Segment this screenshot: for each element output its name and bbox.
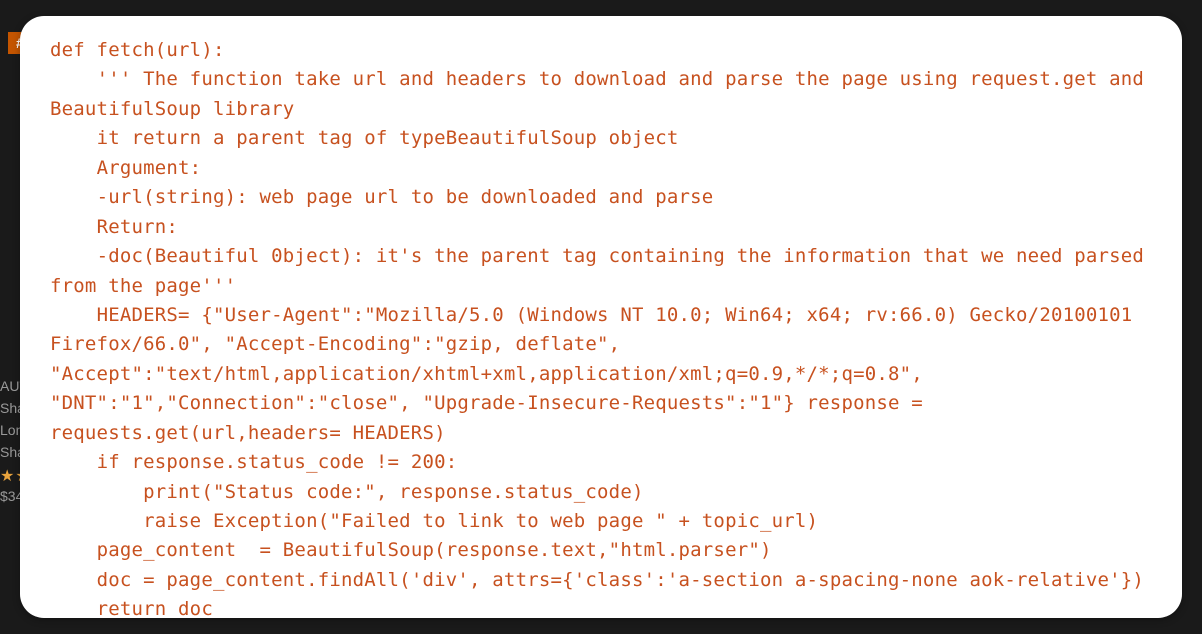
code-line: return doc xyxy=(50,598,213,620)
code-line: def fetch(url): xyxy=(50,39,225,61)
code-line: -url(string): web page url to be downloa… xyxy=(50,186,713,208)
code-line: print("Status code:", response.status_co… xyxy=(50,481,644,503)
code-line: doc = page_content.findAll('div', attrs=… xyxy=(50,569,1144,591)
code-card: def fetch(url): ''' The function take ur… xyxy=(20,16,1182,618)
code-line: if response.status_code != 200: xyxy=(50,451,457,473)
code-line: Argument: xyxy=(50,157,201,179)
code-line: Return: xyxy=(50,216,178,238)
code-line: raise Exception("Failed to link to web p… xyxy=(50,510,818,532)
code-line: HEADERS= {"User-Agent":"Mozilla/5.0 (Win… xyxy=(50,304,1144,444)
code-line: it return a parent tag of typeBeautifulS… xyxy=(50,127,679,149)
code-line: -doc(Beautiful 0bject): it's the parent … xyxy=(50,245,1156,296)
code-block: def fetch(url): ''' The function take ur… xyxy=(50,36,1152,625)
code-line: page_content = BeautifulSoup(response.te… xyxy=(50,539,772,561)
code-line: ''' The function take url and headers to… xyxy=(50,68,1156,119)
